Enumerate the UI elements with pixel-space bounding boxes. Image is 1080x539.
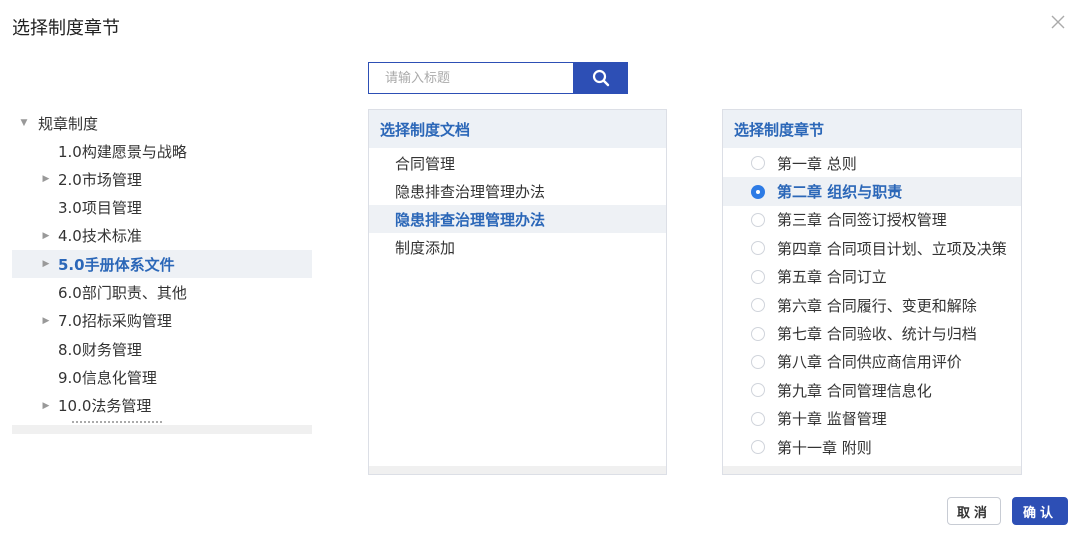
caret-down-icon[interactable]: ▼ <box>18 117 30 129</box>
tree-item-spacer <box>40 145 52 157</box>
chapter-item-label: 第二章 组织与职责 <box>777 183 903 202</box>
caret-right-icon[interactable]: ▶ <box>40 230 52 242</box>
tree-item[interactable]: 1.0构建愿景与战略 <box>12 137 312 165</box>
tree-item-spacer <box>40 287 52 299</box>
document-item[interactable]: 隐患排查治理管理办法 <box>369 177 666 205</box>
search-input[interactable] <box>368 62 573 94</box>
radio-unchecked-icon[interactable] <box>751 241 765 256</box>
caret-right-icon[interactable]: ▶ <box>40 173 52 185</box>
document-item[interactable]: 合同管理 <box>369 149 666 177</box>
chapter-item[interactable]: 第十章 监督管理 <box>723 405 1021 433</box>
tree-item[interactable]: ▶ 4.0技术标准 <box>12 222 312 250</box>
chapter-item[interactable]: 第十一章 附则 <box>723 433 1021 461</box>
tree-item-spacer <box>40 202 52 214</box>
search-bar <box>368 62 628 94</box>
tree-item[interactable]: 9.0信息化管理 <box>12 363 312 391</box>
tree-scroll-edge <box>12 425 312 434</box>
caret-right-icon[interactable]: ▶ <box>40 315 52 327</box>
chapter-item-label: 第十章 监督管理 <box>777 410 887 429</box>
search-button[interactable] <box>573 62 628 94</box>
close-icon[interactable] <box>1050 14 1066 30</box>
chapter-item[interactable]: 第二章 组织与职责 <box>723 177 1021 206</box>
tree-item-label: 5.0手册体系文件 <box>58 255 175 274</box>
document-item[interactable]: 制度添加 <box>369 233 666 261</box>
tree-item[interactable]: ▶ 10.0法务管理 <box>12 392 312 420</box>
document-panel-scrollbar[interactable] <box>369 466 666 474</box>
caret-right-icon[interactable]: ▶ <box>40 400 52 412</box>
tree-item-label: 10.0法务管理 <box>58 397 152 416</box>
chapter-item-label: 第九章 合同管理信息化 <box>777 381 932 400</box>
chapter-item-label: 第八章 合同供应商信用评价 <box>777 353 962 372</box>
tree-item-label: 7.0招标采购管理 <box>58 312 172 331</box>
tree-item-label: 3.0项目管理 <box>58 199 142 218</box>
radio-unchecked-icon[interactable] <box>751 354 765 369</box>
radio-unchecked-icon[interactable] <box>751 156 765 171</box>
chapter-item-label: 第七章 合同验收、统计与归档 <box>777 325 977 344</box>
chapter-item-label: 第四章 合同项目计划、立项及决策 <box>777 239 1007 258</box>
tree-item-label: 6.0部门职责、其他 <box>58 284 187 302</box>
tree-item[interactable]: ▶ 7.0招标采购管理 <box>12 307 312 335</box>
document-panel: 选择制度文档 合同管理 隐患排查治理管理办法 隐患排查治理管理办法 制度添加 <box>368 109 667 475</box>
chapter-item[interactable]: 第三章 合同签订授权管理 <box>723 206 1021 234</box>
tree-item-spacer <box>40 343 52 355</box>
tree-item[interactable]: 6.0部门职责、其他 <box>12 279 312 307</box>
tree-item-label: 2.0市场管理 <box>58 170 142 189</box>
tree-item-label: 4.0技术标准 <box>58 227 142 246</box>
search-icon <box>592 69 609 87</box>
chapter-item[interactable]: 第六章 合同履行、变更和解除 <box>723 291 1021 319</box>
confirm-button[interactable]: 确认 <box>1012 497 1068 525</box>
chapter-item[interactable]: 第七章 合同验收、统计与归档 <box>723 319 1021 347</box>
chapter-item-label: 第六章 合同履行、变更和解除 <box>777 296 977 315</box>
document-panel-header: 选择制度文档 <box>369 110 666 148</box>
chapter-item-label: 第三章 合同签订授权管理 <box>777 211 947 230</box>
chapter-item[interactable]: 第八章 合同供应商信用评价 <box>723 348 1021 376</box>
radio-unchecked-icon[interactable] <box>751 298 765 313</box>
radio-unchecked-icon[interactable] <box>751 212 765 227</box>
radio-unchecked-icon[interactable] <box>751 411 765 426</box>
radio-checked-icon[interactable] <box>751 184 765 199</box>
tree-item-spacer <box>40 371 52 383</box>
tree-item-label: 1.0构建愿景与战略 <box>58 142 187 161</box>
chapter-item-label: 第一章 总则 <box>777 154 857 173</box>
tree-item[interactable]: ▶ 5.0手册体系文件 <box>12 250 312 279</box>
chapter-item[interactable]: 第一章 总则 <box>723 149 1021 177</box>
document-item[interactable]: 隐患排查治理管理办法 <box>369 205 666 233</box>
chapter-item-label: 第五章 合同订立 <box>777 268 887 287</box>
radio-unchecked-icon[interactable] <box>751 269 765 284</box>
tree-item[interactable]: 8.0财务管理 <box>12 335 312 363</box>
chapter-item[interactable]: 第九章 合同管理信息化 <box>723 376 1021 404</box>
chapter-panel: 选择制度章节 第一章 总则第二章 组织与职责第三章 合同签订授权管理第四章 合同… <box>722 109 1022 475</box>
chapter-item[interactable]: 第五章 合同订立 <box>723 263 1021 291</box>
radio-unchecked-icon[interactable] <box>751 326 765 341</box>
tree-item[interactable]: ▶ 2.0市场管理 <box>12 165 312 193</box>
dialog-title: 选择制度章节 <box>12 18 120 39</box>
tree-root[interactable]: ▼ 规章制度 <box>12 110 312 137</box>
tree-root-label: 规章制度 <box>38 114 99 133</box>
tree-item-cut-off <box>72 421 162 427</box>
radio-unchecked-icon[interactable] <box>751 383 765 398</box>
chapter-item-label: 第十一章 附则 <box>777 438 872 457</box>
cancel-button[interactable]: 取消 <box>947 497 1001 525</box>
caret-right-icon[interactable]: ▶ <box>40 258 52 270</box>
chapter-panel-scrollbar[interactable] <box>723 466 1021 474</box>
tree-item-label: 8.0财务管理 <box>58 340 142 359</box>
chapter-tree: ▼ 规章制度 1.0构建愿景与战略 ▶ 2.0市场管理 3.0项目管理 ▶ 4.0技术标准… <box>12 110 312 434</box>
chapter-panel-header: 选择制度章节 <box>723 110 1021 148</box>
tree-item[interactable]: 3.0项目管理 <box>12 194 312 222</box>
chapter-item[interactable]: 第四章 合同项目计划、立项及决策 <box>723 234 1021 262</box>
radio-unchecked-icon[interactable] <box>751 440 765 455</box>
tree-item-label: 9.0信息化管理 <box>58 368 157 387</box>
